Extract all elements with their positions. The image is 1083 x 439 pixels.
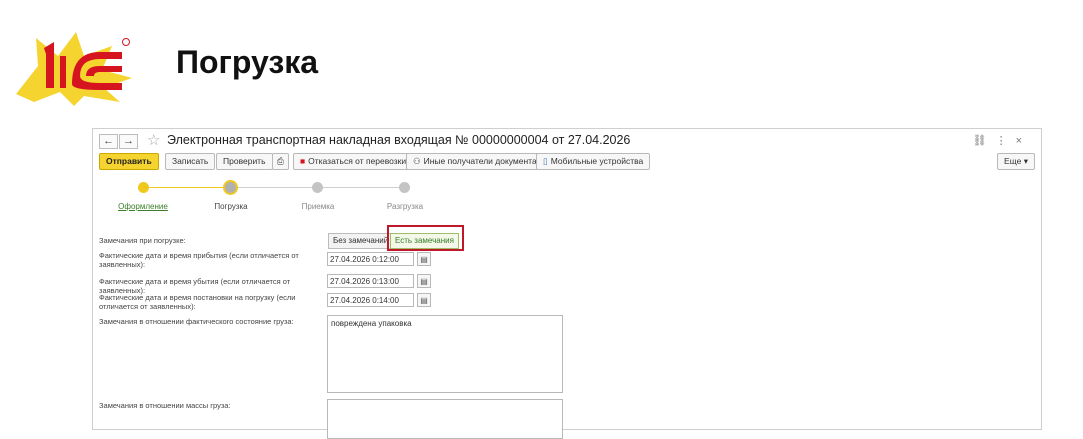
printer-icon: ⎙ xyxy=(277,156,284,166)
arrow-left-icon: ← xyxy=(103,135,114,147)
document-title: Электронная транспортная накладная входя… xyxy=(167,133,631,147)
mobile-devices-button[interactable]: ▯ Мобильные устройства xyxy=(536,153,651,170)
toolbar: Отправить Записать Проверить ⎙ ■ Отказать… xyxy=(99,153,1035,171)
calendar-icon[interactable]: ▤ xyxy=(417,252,431,266)
step-dot-razgruzka xyxy=(399,182,410,193)
arrow-right-icon: → xyxy=(123,135,134,147)
loading-label: Фактические дата и время постановки на п… xyxy=(99,293,296,311)
send-button[interactable]: Отправить xyxy=(99,153,159,170)
recipients-label: Иные получатели документа xyxy=(423,156,537,166)
step-label-priemka: Приемка xyxy=(301,202,335,211)
window-controls: ⛓⋮× xyxy=(973,134,1031,147)
condition-remarks-textarea[interactable]: повреждена упаковка xyxy=(327,315,563,393)
back-button[interactable]: ← xyxy=(99,134,118,149)
process-steps: Оформление Погрузка Приемка Разгрузка xyxy=(93,175,493,215)
condition-remarks-label: Замечания в отношении фактического состо… xyxy=(99,317,294,326)
star-icon[interactable]: ☆ xyxy=(147,131,160,149)
remarks-label: Замечания при погрузке: xyxy=(99,236,186,245)
calendar-icon[interactable]: ▤ xyxy=(417,293,431,307)
step-dot-priemka xyxy=(312,182,323,193)
slide-title: Погрузка xyxy=(176,44,319,80)
users-icon: ⚇ xyxy=(413,156,421,166)
step-dot-pogruzka xyxy=(223,180,238,195)
document-window: ← → ☆ Электронная транспортная накладная… xyxy=(92,128,1042,439)
toggle-no-remarks[interactable]: Без замечаний xyxy=(328,233,394,249)
loading-datetime-field[interactable]: 27.04.2026 0:14:00 xyxy=(327,293,414,307)
print-button[interactable]: ⎙ xyxy=(272,153,289,170)
refuse-label: Отказаться от перевозки xyxy=(308,156,407,166)
step-connector-done xyxy=(143,187,230,188)
mass-remarks-textarea[interactable] xyxy=(327,399,563,439)
step-dot-oformlenie xyxy=(138,182,149,193)
mass-remarks-label: Замечания в отношении массы груза: xyxy=(99,401,231,410)
arrival-datetime-field[interactable]: 27.04.2026 0:12:00 xyxy=(327,252,414,266)
step-label-pogruzka: Погрузка xyxy=(214,202,248,211)
more-label: Еще xyxy=(1004,156,1022,166)
link-icon[interactable]: ⛓ xyxy=(973,135,996,147)
forward-button[interactable]: → xyxy=(119,134,138,149)
mobile-icon: ▯ xyxy=(543,156,548,166)
highlight-frame xyxy=(387,225,464,251)
1c-logo xyxy=(16,32,132,106)
chevron-down-icon: ▾ xyxy=(1023,156,1028,166)
calendar-icon[interactable]: ▤ xyxy=(417,274,431,288)
departure-datetime-field[interactable]: 27.04.2026 0:13:00 xyxy=(327,274,414,288)
save-button[interactable]: Записать xyxy=(165,153,216,170)
other-recipients-button[interactable]: ⚇ Иные получатели документа xyxy=(406,153,544,170)
step-label-razgruzka: Разгрузка xyxy=(386,202,424,211)
close-icon[interactable]: × xyxy=(1016,135,1031,147)
refuse-transport-button[interactable]: ■ Отказаться от перевозки xyxy=(293,153,414,170)
arrival-label: Фактические дата и время прибытия (если … xyxy=(99,251,299,269)
check-button[interactable]: Проверить xyxy=(216,153,273,170)
step-label-oformlenie[interactable]: Оформление xyxy=(118,202,168,211)
window-titlebar: ← → ☆ Электронная транспортная накладная… xyxy=(93,129,1041,151)
mobile-label: Мобильные устройства xyxy=(550,156,644,166)
refuse-icon: ■ xyxy=(300,156,306,166)
more-vertical-icon[interactable]: ⋮ xyxy=(996,135,1016,147)
more-button[interactable]: Еще ▾ xyxy=(997,153,1035,170)
